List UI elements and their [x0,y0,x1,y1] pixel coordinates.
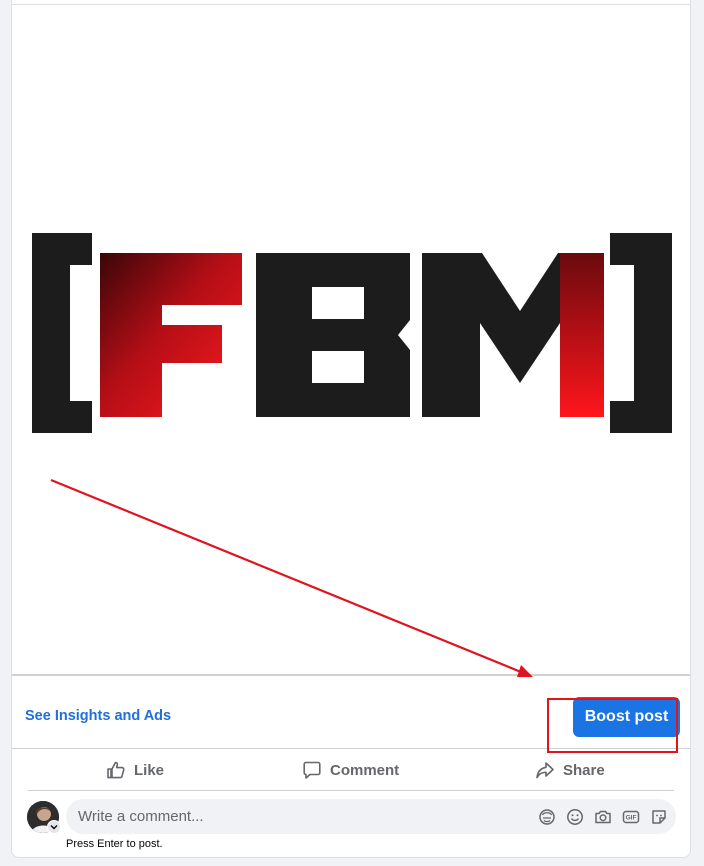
comment-icon [303,761,321,779]
see-insights-link[interactable]: See Insights and Ads [25,708,171,724]
sticker-icon[interactable] [649,807,668,826]
annotation-highlight-box [547,698,678,753]
divider [28,790,674,791]
post-image[interactable] [12,5,690,674]
left-bracket [32,233,92,433]
fbm-logo [32,233,672,433]
right-bracket [610,233,672,433]
camera-icon[interactable] [593,807,612,826]
comment-input[interactable] [78,799,518,834]
emoji-icon[interactable] [565,807,584,826]
like-label: Like [134,761,165,779]
letter-m-accent [560,253,604,417]
comment-tools: GIF [537,799,668,834]
like-icon [107,761,125,779]
share-label: Share [563,761,605,779]
share-button[interactable]: Share [535,757,605,783]
letter-b [256,253,410,417]
letter-f [100,253,242,417]
comment-button[interactable]: Comment [302,757,399,783]
share-icon [536,762,554,779]
comment-label: Comment [330,761,400,779]
gif-icon[interactable]: GIF [621,807,640,826]
account-switch-icon[interactable] [47,820,61,834]
svg-text:GIF: GIF [625,814,636,821]
like-button[interactable]: Like [106,757,164,783]
comment-composer: GIF [66,799,676,834]
divider [12,674,690,676]
avatar-sticker-icon[interactable] [537,807,556,826]
press-enter-hint: Press Enter to post. [66,838,163,850]
